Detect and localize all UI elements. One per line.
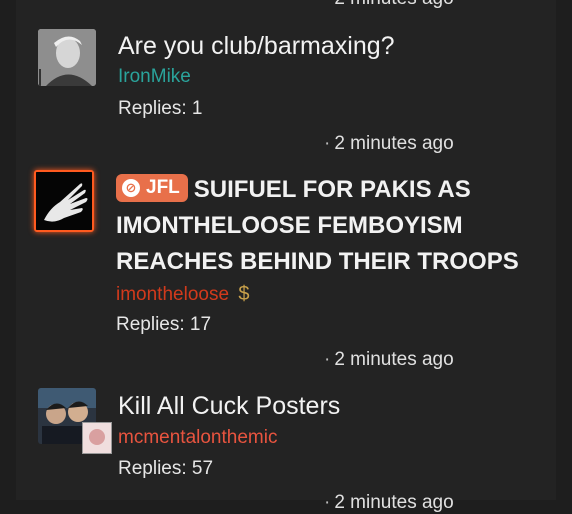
thread-title[interactable]: Kill All Cuck Posters (118, 392, 340, 421)
money-bag-icon: $ (238, 283, 250, 305)
jfl-tag[interactable]: ⊘ JFL (116, 173, 188, 202)
thread-replies: Replies: 57 (118, 458, 214, 479)
thread-timestamp: ·2 minutes ago (324, 133, 454, 154)
thread-item[interactable] (34, 170, 94, 232)
thread-item[interactable] (38, 29, 96, 86)
old-man-avatar[interactable] (38, 29, 96, 86)
thread-timestamp: ·2 minutes ago (324, 349, 454, 370)
thread-author[interactable]: mcmentalonthemic (118, 427, 277, 449)
thread-title[interactable]: ⊘ JFL SUIFUEL FOR PAKIS AS IMONTHELOOSE FE… (116, 172, 536, 280)
thread-author[interactable]: imontheloose $ (116, 283, 249, 306)
thread-item[interactable] (38, 388, 112, 454)
thread-replies: Replies: 1 (118, 98, 203, 119)
no-symbol-icon: ⊘ (122, 178, 140, 197)
thread-replies: Replies: 17 (116, 314, 212, 335)
small-photo-avatar (82, 422, 112, 454)
thread-title[interactable]: Are you club/barmaxing? (118, 32, 395, 61)
hand-avatar[interactable] (34, 170, 94, 232)
thread-timestamp: ·2 minutes ago (324, 492, 454, 513)
thread-author[interactable]: IronMike (118, 66, 191, 88)
thread-timestamp: ·2 minutes ago (324, 0, 454, 10)
